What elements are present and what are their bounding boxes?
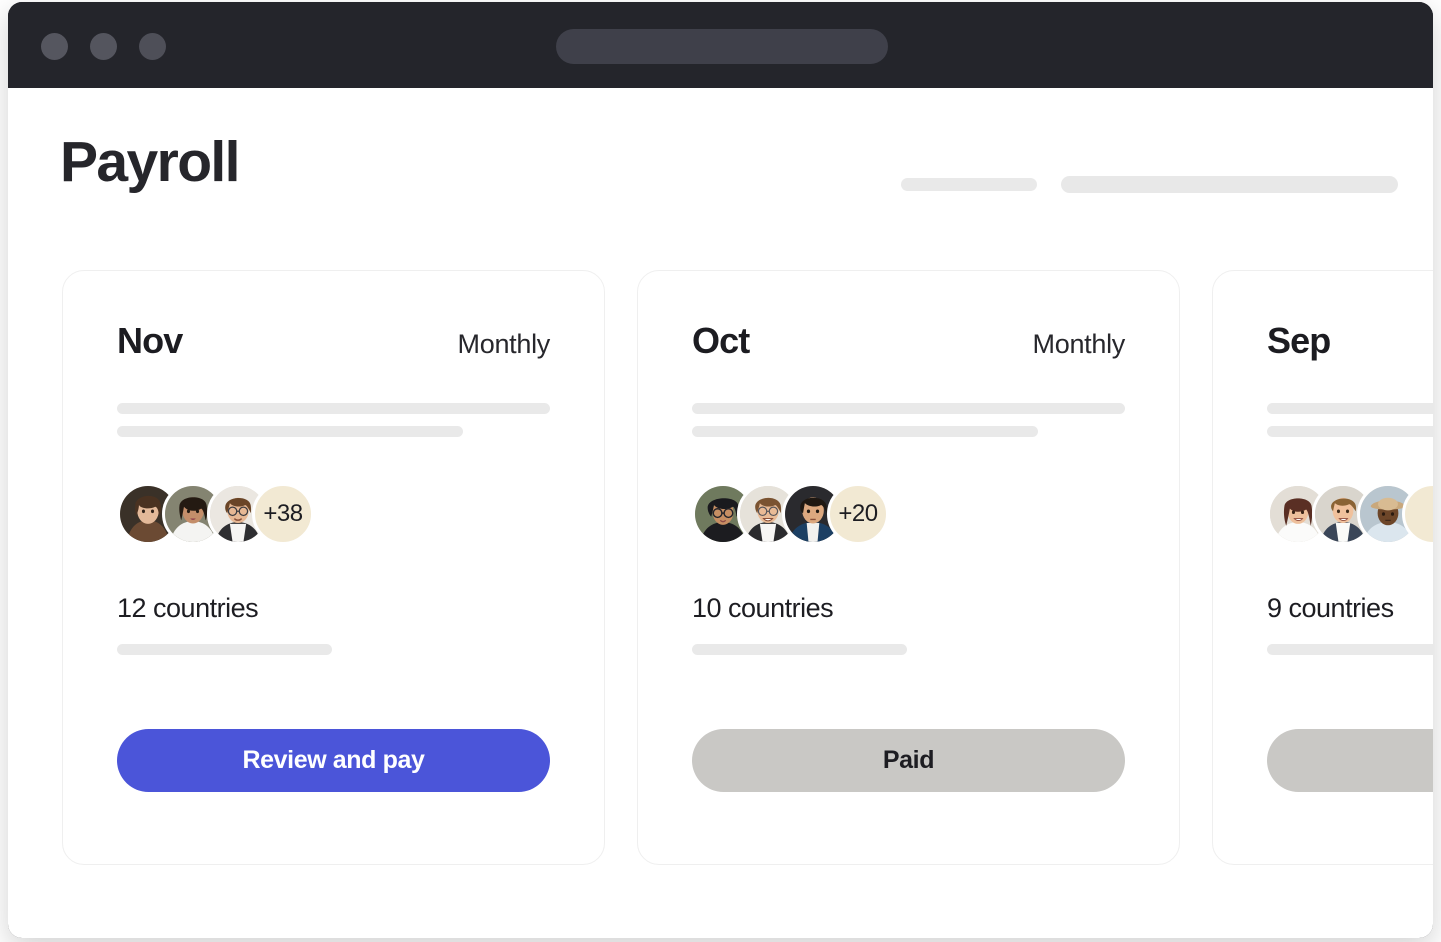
payroll-card-nov[interactable]: Nov Monthly +38 12 countries Review and … xyxy=(62,270,605,865)
header-placeholder-bar-1 xyxy=(901,178,1037,191)
card-placeholder-bar-2 xyxy=(117,426,464,437)
payroll-card-sep[interactable]: Sep 9 countries xyxy=(1212,270,1433,865)
review-and-pay-button[interactable]: Review and pay xyxy=(117,729,550,792)
card-cadence-label: Monthly xyxy=(1032,329,1126,359)
card-countries-placeholder xyxy=(117,644,332,655)
payroll-card-oct[interactable]: Oct Monthly +20 10 countries Paid xyxy=(637,270,1180,865)
avatar-stack[interactable]: +20 xyxy=(692,479,1125,549)
card-cadence-label: Monthly xyxy=(457,329,551,359)
card-placeholder-bar-1 xyxy=(117,403,550,414)
avatar-overflow-count[interactable]: +20 xyxy=(827,483,889,545)
card-month-label: Sep xyxy=(1267,320,1331,361)
card-header: Nov Monthly xyxy=(117,323,550,359)
card-countries-label: 9 countries xyxy=(1267,593,1394,623)
card-placeholder-bar-2 xyxy=(1267,426,1433,437)
card-countries-placeholder xyxy=(1267,644,1433,655)
page-viewport: Payroll Nov Monthly +38 12 countries Rev… xyxy=(8,88,1433,938)
page-header: Payroll xyxy=(8,88,1433,270)
avatar-overflow-count[interactable]: +38 xyxy=(252,483,314,545)
card-placeholder-group xyxy=(1267,403,1433,437)
payroll-cards-row: Nov Monthly +38 12 countries Review and … xyxy=(62,270,1433,865)
card-placeholder-bar-1 xyxy=(1267,403,1433,414)
traffic-light-controls xyxy=(41,33,166,60)
avatar-stack[interactable] xyxy=(1267,479,1433,549)
header-placeholder-group xyxy=(901,176,1398,193)
avatar-stack[interactable]: +38 xyxy=(117,479,550,549)
paid-status-button[interactable]: Paid xyxy=(692,729,1125,792)
card-header: Oct Monthly xyxy=(692,323,1125,359)
card-countries-placeholder xyxy=(692,644,907,655)
card-placeholder-group xyxy=(692,403,1125,437)
close-window-button[interactable] xyxy=(41,33,68,60)
card-month-label: Oct xyxy=(692,320,750,361)
page-title: Payroll xyxy=(60,130,241,194)
header-placeholder-bar-2 xyxy=(1061,176,1398,193)
card-placeholder-bar-2 xyxy=(692,426,1039,437)
card-countries-label: 10 countries xyxy=(692,593,834,623)
sep-status-button[interactable] xyxy=(1267,729,1433,792)
address-bar-input[interactable] xyxy=(556,29,888,64)
card-header: Sep xyxy=(1267,323,1433,359)
maximize-window-button[interactable] xyxy=(139,33,166,60)
card-month-label: Nov xyxy=(117,320,183,361)
minimize-window-button[interactable] xyxy=(90,33,117,60)
card-countries-label: 12 countries xyxy=(117,593,259,623)
browser-window: Payroll Nov Monthly +38 12 countries Rev… xyxy=(8,2,1433,938)
card-placeholder-bar-1 xyxy=(692,403,1125,414)
browser-titlebar xyxy=(8,2,1433,88)
card-placeholder-group xyxy=(117,403,550,437)
